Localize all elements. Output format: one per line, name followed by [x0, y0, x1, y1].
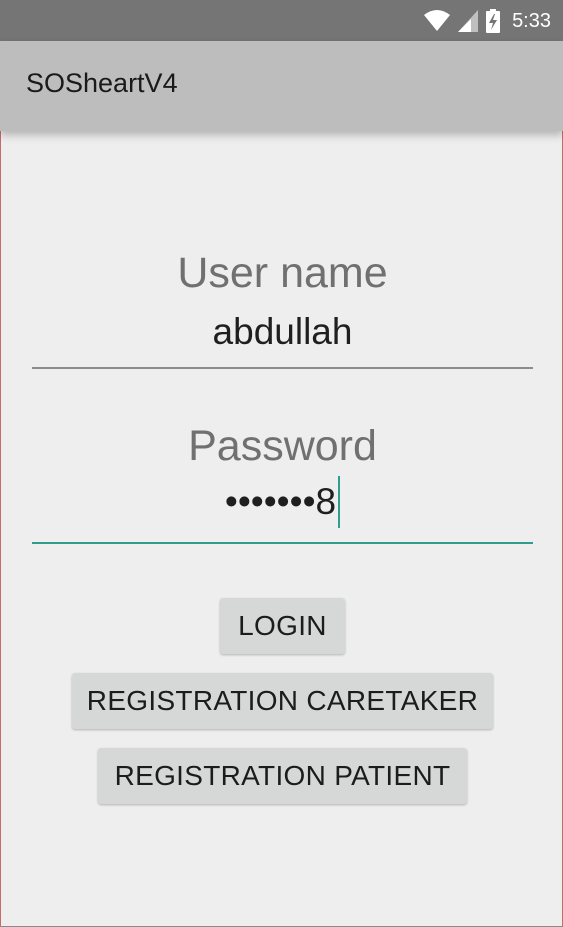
- registration-patient-button[interactable]: REGISTRATION PATIENT: [98, 748, 467, 804]
- password-masked-value: •••••••8: [224, 481, 337, 522]
- login-button[interactable]: LOGIN: [220, 598, 345, 654]
- username-field[interactable]: User name abdullah: [32, 245, 533, 385]
- signal-icon: [458, 10, 479, 32]
- status-time: 5:33: [512, 9, 551, 32]
- app-bar: SOSheartV4: [0, 41, 563, 131]
- username-label: User name: [177, 249, 388, 297]
- password-label: Password: [188, 422, 377, 470]
- status-icons: 5:33: [424, 7, 551, 35]
- password-input[interactable]: •••••••8: [32, 476, 533, 532]
- app-title: SOSheartV4: [26, 68, 178, 98]
- password-field[interactable]: Password •••••••8: [32, 418, 533, 558]
- window-border-left: [0, 0, 1, 927]
- wifi-icon: [424, 10, 451, 32]
- username-input[interactable]: abdullah: [32, 307, 533, 357]
- password-underline: [32, 542, 533, 544]
- username-underline: [32, 367, 533, 369]
- battery-charging-icon: [486, 9, 501, 33]
- text-cursor: [338, 476, 341, 528]
- registration-caretaker-button[interactable]: REGISTRATION CARETAKER: [72, 673, 493, 729]
- status-bar: 5:33: [0, 0, 563, 41]
